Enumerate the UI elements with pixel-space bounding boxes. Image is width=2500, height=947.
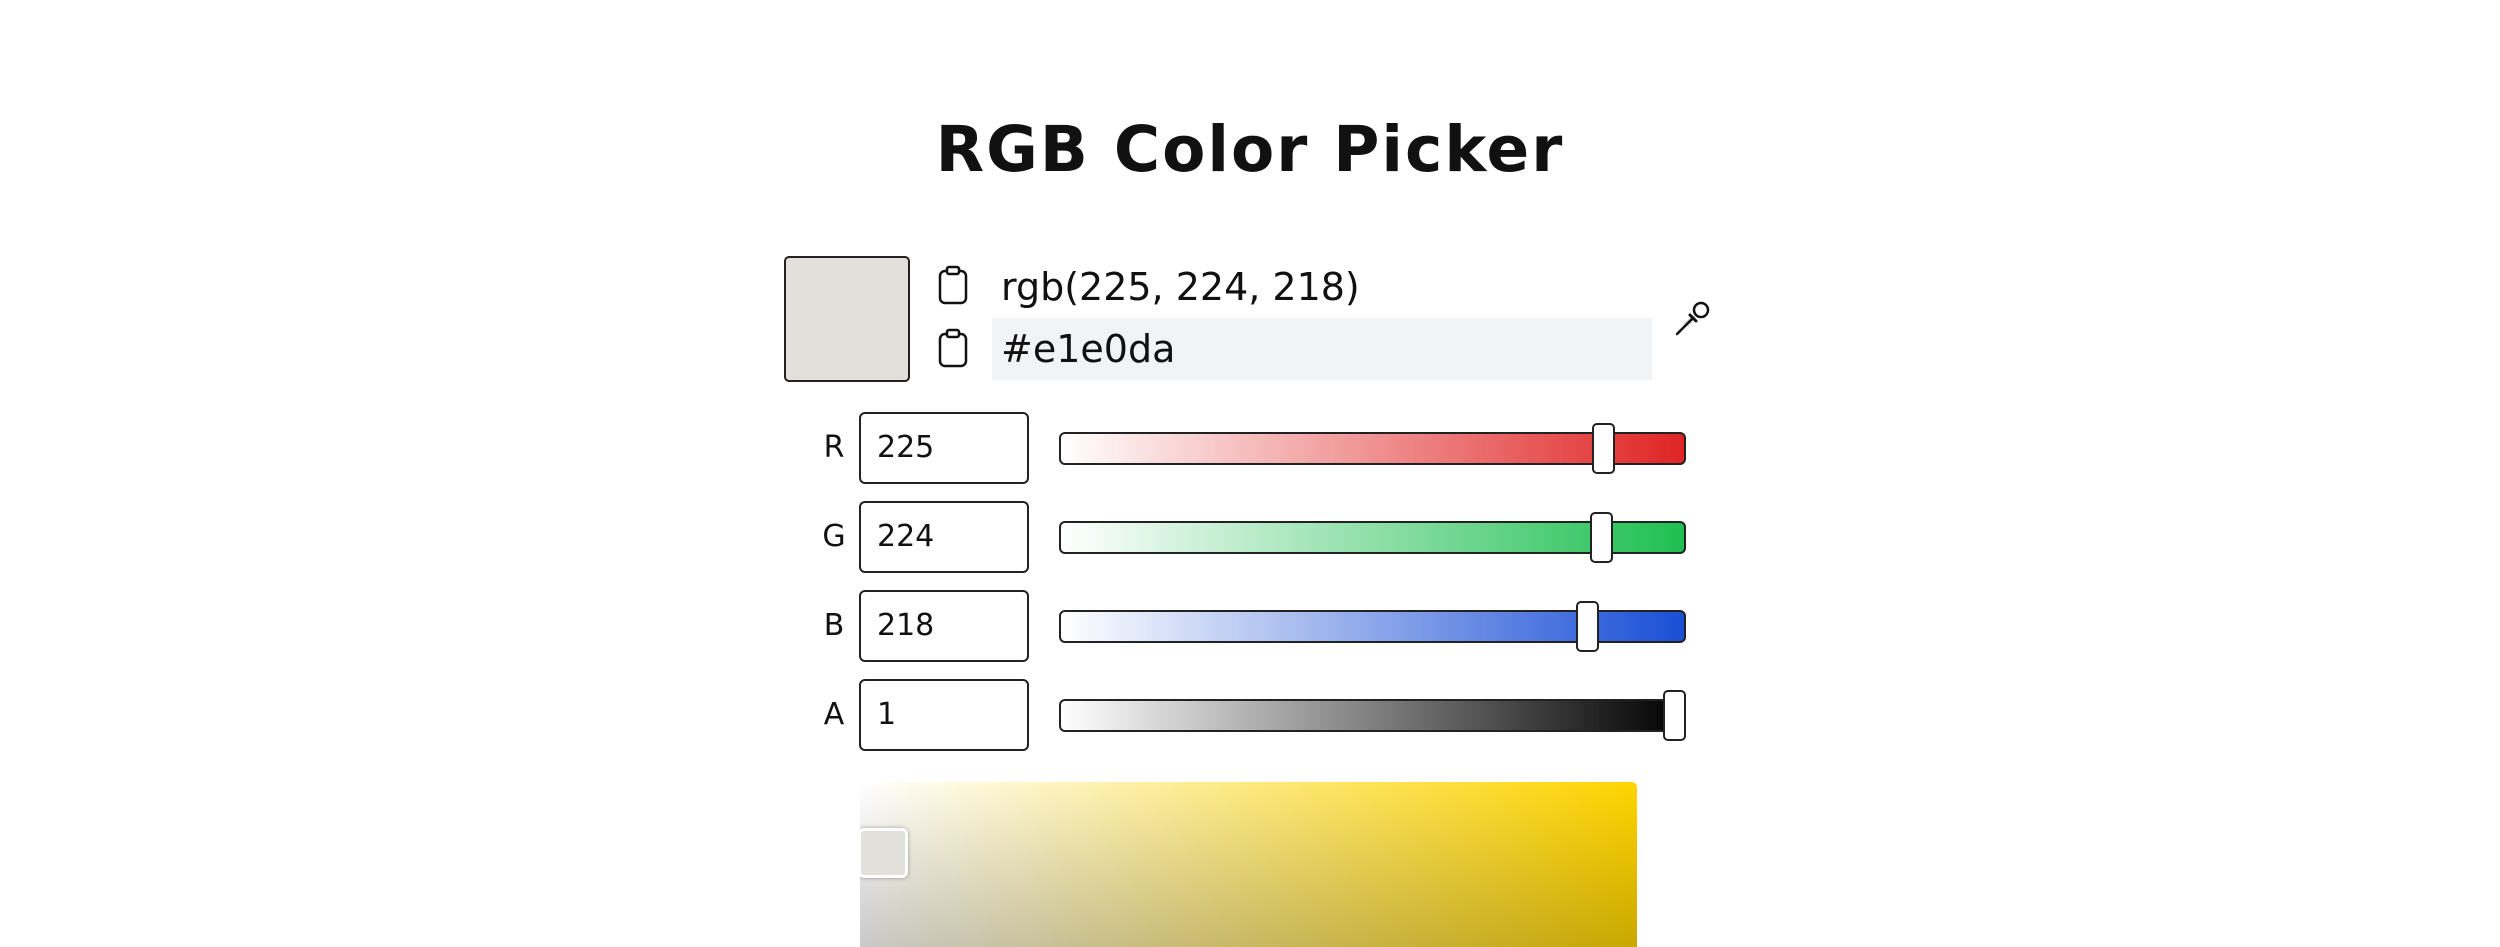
eyedropper-icon[interactable] <box>1673 298 1713 338</box>
saturation-value-area[interactable] <box>860 782 1637 947</box>
blue-value-input[interactable]: 218 <box>859 590 1029 662</box>
page-title: RGB Color Picker <box>935 113 1565 186</box>
blue-slider-track[interactable] <box>1059 601 1686 652</box>
color-swatch <box>784 256 910 382</box>
green-slider-track[interactable] <box>1059 512 1686 563</box>
red-channel-label: R <box>823 430 845 465</box>
red-value-input[interactable]: 225 <box>859 412 1029 484</box>
alpha-value-input[interactable]: 1 <box>859 679 1029 751</box>
red-slider-track[interactable] <box>1059 423 1686 474</box>
copy-hex-clipboard-icon[interactable] <box>938 328 968 368</box>
color-picker-page: RGB Color Picker rgb(225, 224, 218) #e1e… <box>0 0 2500 947</box>
green-value-input[interactable]: 224 <box>859 501 1029 573</box>
blue-slider-thumb[interactable] <box>1575 601 1599 652</box>
hex-value-field[interactable]: #e1e0da <box>992 318 1652 380</box>
green-slider-thumb[interactable] <box>1589 512 1613 563</box>
rgb-value-text[interactable]: rgb(225, 224, 218) <box>992 256 1652 318</box>
copy-rgb-clipboard-icon[interactable] <box>938 265 968 305</box>
alpha-slider-track[interactable] <box>1059 690 1686 741</box>
blue-channel-label: B <box>823 608 845 643</box>
green-channel-label: G <box>822 519 846 554</box>
saturation-value-handle[interactable] <box>860 828 908 878</box>
alpha-slider-thumb[interactable] <box>1663 690 1686 741</box>
red-slider-thumb[interactable] <box>1592 423 1616 474</box>
alpha-channel-label: A <box>823 697 845 732</box>
